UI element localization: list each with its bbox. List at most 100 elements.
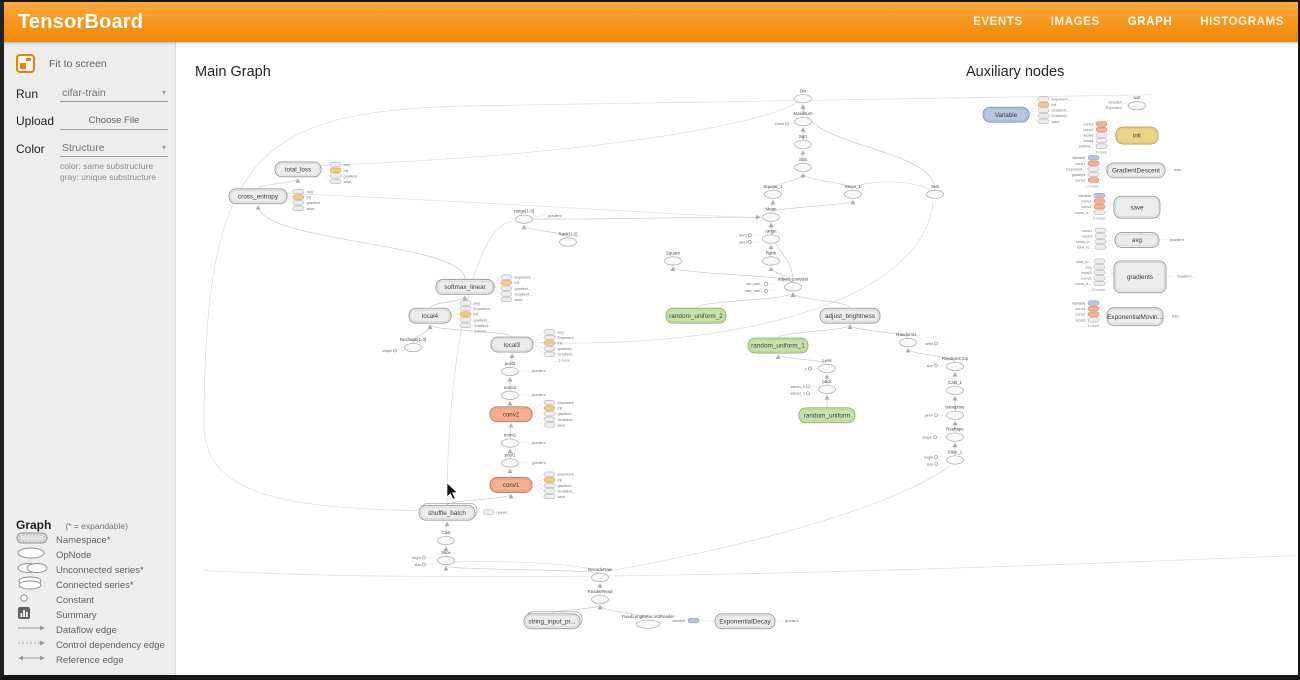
graph-node-Square_1[interactable]	[765, 190, 782, 198]
satellite-chip[interactable]	[1095, 228, 1106, 233]
graph-node-Slice_1[interactable]	[947, 456, 964, 464]
satellite-chip[interactable]	[688, 618, 699, 623]
constant-node[interactable]	[807, 385, 810, 388]
graph-node-pool2[interactable]	[502, 367, 519, 375]
satellite-chip[interactable]	[501, 286, 512, 291]
satellite-chip[interactable]	[483, 510, 494, 515]
satellite-chip[interactable]	[1094, 210, 1105, 215]
fit-to-screen-icon[interactable]	[16, 54, 35, 73]
graph-node-sqrt_aux[interactable]	[1129, 102, 1146, 110]
satellite-chip[interactable]	[330, 162, 341, 167]
satellite-chip[interactable]	[544, 423, 555, 428]
satellite-chip[interactable]	[1094, 265, 1105, 270]
satellite-chip[interactable]	[501, 292, 512, 297]
satellite-chip[interactable]	[501, 275, 512, 280]
graph-node-range[interactable]	[763, 235, 780, 243]
tab-graph[interactable]: GRAPH	[1128, 16, 1173, 28]
satellite-chip[interactable]	[544, 478, 555, 483]
satellite-chip[interactable]	[460, 323, 471, 328]
satellite-chip[interactable]	[1094, 281, 1105, 286]
satellite-chip[interactable]	[1094, 193, 1105, 198]
graph-node-range_1_3[interactable]	[516, 215, 533, 223]
constant-node[interactable]	[807, 392, 810, 395]
satellite-chip[interactable]	[1094, 276, 1105, 281]
constant-node[interactable]	[786, 122, 789, 125]
graph-node-Slice[interactable]	[438, 556, 455, 564]
fit-to-screen-label[interactable]: Fit to screen	[49, 58, 107, 70]
graph-node-Mean[interactable]	[763, 213, 780, 221]
satellite-chip[interactable]	[1096, 138, 1107, 143]
constant-node[interactable]	[934, 436, 937, 439]
graph-canvas[interactable]: avginitgradientsaveavginitgradientsaveEx…	[176, 42, 1300, 675]
satellite-chip[interactable]	[1088, 161, 1099, 166]
satellite-chip[interactable]	[1088, 312, 1099, 317]
graph-node-Mean_1[interactable]	[845, 190, 862, 198]
graph-node-norm1[interactable]	[502, 439, 519, 447]
satellite-chip[interactable]	[544, 346, 555, 351]
satellite-chip[interactable]	[544, 330, 555, 335]
graph-node-Rank[interactable]	[763, 257, 780, 265]
satellite-chip[interactable]	[293, 189, 304, 194]
satellite-chip[interactable]	[1096, 133, 1107, 138]
satellite-chip[interactable]	[1088, 306, 1099, 311]
satellite-chip[interactable]	[544, 472, 555, 477]
satellite-chip[interactable]	[1088, 172, 1099, 177]
satellite-chip[interactable]	[1088, 301, 1099, 306]
graph-node-pack[interactable]	[819, 385, 836, 393]
constant-node[interactable]	[935, 414, 938, 417]
constant-node[interactable]	[765, 289, 768, 292]
graph-node-Rank_1_2[interactable]	[560, 238, 577, 246]
constant-node[interactable]	[765, 282, 768, 285]
satellite-chip[interactable]	[544, 483, 555, 488]
satellite-chip[interactable]	[460, 312, 471, 317]
graph-node-FixedLengthRecordReader[interactable]	[636, 620, 660, 628]
satellite-chip[interactable]	[1096, 122, 1107, 127]
graph-node-Maximum[interactable]	[795, 117, 812, 125]
satellite-chip[interactable]	[330, 179, 341, 184]
graph-node-Less[interactable]	[819, 364, 836, 372]
satellite-chip[interactable]	[1094, 259, 1105, 264]
graph-node-RandomCrop[interactable]	[947, 362, 964, 370]
satellite-chip[interactable]	[1038, 108, 1049, 113]
satellite-chip[interactable]	[1095, 239, 1106, 244]
constant-node[interactable]	[935, 342, 938, 345]
graph-node-Sub[interactable]	[795, 163, 812, 171]
satellite-chip[interactable]	[1096, 144, 1107, 149]
tab-images[interactable]: IMAGES	[1051, 16, 1100, 28]
constant-node[interactable]	[935, 463, 938, 466]
satellite-chip[interactable]	[1038, 102, 1049, 107]
satellite-chip[interactable]	[1038, 113, 1049, 118]
satellite-chip[interactable]	[501, 297, 512, 302]
satellite-chip[interactable]	[1095, 245, 1106, 250]
satellite-chip[interactable]	[544, 341, 555, 346]
satellite-chip[interactable]	[460, 306, 471, 311]
satellite-chip[interactable]	[544, 417, 555, 422]
graph-node-ReaderRead[interactable]	[592, 595, 609, 603]
satellite-chip[interactable]	[501, 280, 512, 285]
constant-node[interactable]	[394, 349, 397, 352]
satellite-chip[interactable]	[1096, 127, 1107, 132]
graph-node-DecodeRaw[interactable]	[592, 573, 609, 581]
satellite-chip[interactable]	[293, 206, 304, 211]
satellite-chip[interactable]	[544, 335, 555, 340]
satellite-chip[interactable]	[1038, 119, 1049, 124]
graph-node-Reshape[interactable]	[947, 433, 964, 441]
graph-node-norm2[interactable]	[502, 391, 519, 399]
satellite-chip[interactable]	[1094, 199, 1105, 204]
graph-node-Div[interactable]	[795, 95, 812, 103]
satellite-chip[interactable]	[293, 200, 304, 205]
graph-node-transpose[interactable]	[947, 411, 964, 419]
tab-histograms[interactable]: HISTOGRAMS	[1200, 16, 1284, 28]
satellite-chip[interactable]	[1095, 234, 1106, 239]
satellite-chip[interactable]	[330, 168, 341, 173]
choose-file-button[interactable]: Choose File	[60, 112, 168, 130]
color-select[interactable]: Structure ▾	[60, 140, 168, 157]
graph-node-Sub_2[interactable]	[927, 190, 944, 198]
satellite-chip[interactable]	[544, 352, 555, 357]
graph-node-Cast[interactable]	[438, 536, 455, 544]
graph-node-Sqrt[interactable]	[795, 140, 812, 148]
constant-node[interactable]	[423, 563, 426, 566]
satellite-chip[interactable]	[460, 301, 471, 306]
constant-node[interactable]	[935, 456, 938, 459]
satellite-chip[interactable]	[1094, 204, 1105, 209]
